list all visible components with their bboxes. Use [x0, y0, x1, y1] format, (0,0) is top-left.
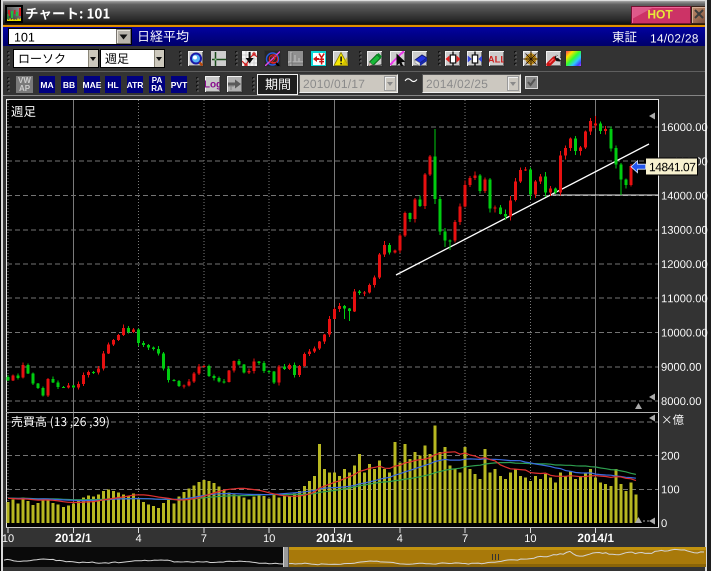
svg-text:2: 2: [271, 55, 276, 66]
svg-text:HOT: HOT: [647, 8, 673, 22]
svg-text:ALL: ALL: [489, 55, 504, 66]
svg-text:Log: Log: [205, 80, 220, 91]
